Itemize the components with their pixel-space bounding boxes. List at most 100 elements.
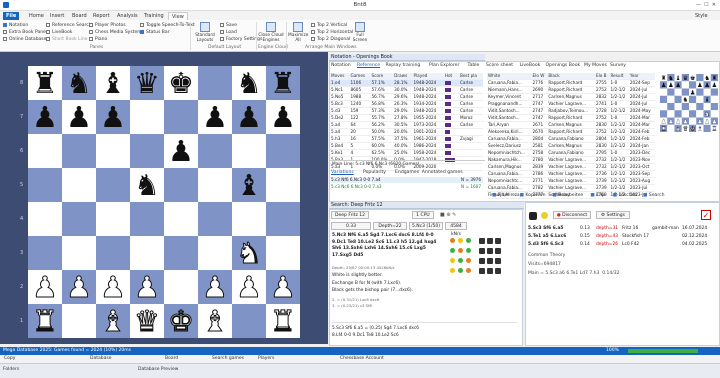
cloud-engine-row[interactable]: 5.Te1 a5 6.Lxc6 0.15 depth=43 Stockfish 17 0…	[528, 234, 718, 239]
check-notation[interactable]: Notation	[3, 23, 28, 28]
board-square[interactable]	[674, 110, 682, 118]
board-square[interactable]	[703, 124, 711, 132]
save-layout-button[interactable]: Save	[220, 23, 237, 28]
board-square[interactable]	[696, 110, 704, 118]
board-square[interactable]	[266, 202, 300, 236]
white-bishop-icon[interactable]: ♝	[675, 125, 681, 132]
check-status-bar[interactable]: Status Bar	[140, 30, 169, 35]
board-square[interactable]	[689, 95, 697, 103]
book-row[interactable]: 5.Ne5 1988 56.7% 29.6% 1948-2024 Carlse	[330, 93, 483, 101]
white-pawn-icon[interactable]: ♟	[270, 270, 297, 305]
white-rook-icon[interactable]: ♜	[32, 304, 59, 338]
white-king-icon[interactable]: ♚	[690, 125, 696, 132]
white-pawn-icon[interactable]: ♟	[236, 270, 263, 305]
board-square[interactable]	[62, 236, 96, 270]
game-row[interactable]: Carlsen,Magnus 2839 Vachier Lagrave... 2732…	[487, 163, 655, 171]
board-square[interactable]	[198, 134, 232, 168]
black-pawn-icon[interactable]: ♟	[270, 100, 296, 134]
book-row[interactable]: 5.Ke1 4 62.5% 25.0% 1958-2024	[330, 149, 483, 157]
board-square[interactable]	[130, 236, 164, 270]
board-square[interactable]	[674, 103, 682, 111]
board-square[interactable]	[62, 168, 96, 202]
book-row[interactable]: 5.h3 16 57.5% 37.5% 1961-2024 Zvjagi	[330, 135, 483, 143]
board-square[interactable]	[667, 110, 675, 118]
board-square[interactable]	[28, 168, 62, 202]
game-row[interactable]: Aleksenko,Kiril... 2670 Rapport,Richard 275…	[487, 128, 655, 136]
notation-tab[interactable]: Notation	[331, 63, 351, 68]
engine-control-icons[interactable]: ■ ⊕ ✎	[440, 212, 456, 218]
game-row[interactable]: Keymer,Vincent 2717 Carlsen,Magnus 2832 1/2-…	[487, 93, 655, 101]
game-row[interactable]: Svelecz,Dariusz 2581 Carlsen,Magnus 2830 1/2…	[487, 142, 655, 150]
check-player-photos[interactable]: Player Photos	[89, 23, 126, 28]
board-square[interactable]	[28, 236, 62, 270]
white-knight-icon[interactable]: ♞	[236, 236, 263, 271]
game-row[interactable]: Caruana,Fabia... 2782 Vachier Lagrave... 27…	[487, 184, 655, 192]
white-queen-icon[interactable]: ♛	[683, 125, 689, 132]
tab-analysis[interactable]: Analysis	[114, 12, 141, 20]
board-square[interactable]	[164, 202, 198, 236]
board-square[interactable]	[232, 304, 266, 338]
black-bishop-icon[interactable]: ♝	[236, 168, 262, 202]
bottom-tab[interactable]: Database	[90, 356, 111, 361]
black-queen-icon[interactable]: ♛	[683, 75, 689, 82]
games-toolbar-button[interactable]: ■ Search	[643, 193, 665, 198]
bottom-tab[interactable]: Board	[165, 356, 178, 361]
tab-board[interactable]: Board	[69, 12, 90, 20]
tab-report[interactable]: Report	[90, 12, 113, 20]
top2-horizontal-button[interactable]: Top 2 Horizontal	[311, 30, 353, 35]
board-square[interactable]	[130, 134, 164, 168]
board-square[interactable]	[62, 134, 96, 168]
notation-tab[interactable]: Plan Explorer	[429, 63, 459, 68]
white-pawn-icon[interactable]: ♟	[683, 118, 689, 125]
board-square[interactable]	[710, 103, 718, 111]
black-knight-icon[interactable]: ♞	[66, 66, 92, 100]
board-square[interactable]	[660, 95, 668, 103]
notation-tab[interactable]: Openings Book	[546, 63, 581, 68]
database-preview-title[interactable]: Database Preview	[138, 367, 178, 372]
tab-file[interactable]: File	[3, 12, 20, 20]
black-king-icon[interactable]: ♚	[690, 75, 696, 82]
game-row[interactable]: Nakamura,Hik... 2780 Vachier Lagrave... 273…	[487, 156, 655, 164]
black-pawn-icon[interactable]: ♟	[32, 100, 58, 134]
disconnect-button[interactable]: ● Disconnect	[553, 211, 591, 219]
black-rook-icon[interactable]: ♜	[32, 66, 58, 100]
black-knight-icon[interactable]: ♞	[236, 66, 262, 100]
check-online-db[interactable]: Online Database	[3, 37, 46, 42]
board-square[interactable]	[681, 81, 689, 89]
notation-tab[interactable]: LiveBook	[520, 63, 541, 68]
board-square[interactable]	[703, 103, 711, 111]
game-row[interactable]: Nepomniachtch... 2758 Caruana,Fabiano 2795 1…	[487, 149, 655, 157]
game-row[interactable]: Praggnanandh... 2747 Vachier Lagrave... 274…	[487, 100, 655, 108]
white-rook-icon[interactable]: ♜	[661, 125, 667, 132]
board-square[interactable]	[660, 88, 668, 96]
checkmark-icon[interactable]: ✓	[701, 210, 711, 220]
board-square[interactable]	[660, 110, 668, 118]
games-toolbar-button[interactable]: ■ Kopieren	[520, 193, 546, 198]
black-rook-icon[interactable]: ♜	[270, 66, 296, 100]
notation-tab[interactable]: Replay training	[386, 63, 421, 68]
board-square[interactable]	[667, 88, 675, 96]
white-rook-icon[interactable]: ♜	[270, 304, 297, 338]
maximize-all-button[interactable]: Maximize All	[288, 22, 308, 43]
board-square[interactable]	[96, 202, 130, 236]
board-square[interactable]	[130, 100, 164, 134]
check-livebook[interactable]: LiveBook	[46, 30, 72, 35]
board-square[interactable]	[164, 168, 198, 202]
black-bishop-icon[interactable]: ♝	[100, 66, 126, 100]
board-square[interactable]	[667, 95, 675, 103]
board-square[interactable]	[696, 74, 704, 82]
full-screen-button[interactable]: Full Screen	[352, 22, 368, 43]
bottom-tab[interactable]: Copy	[4, 356, 15, 361]
board-square[interactable]	[703, 88, 711, 96]
board-square[interactable]	[266, 236, 300, 270]
white-pawn-icon[interactable]: ♟	[202, 270, 229, 305]
game-row[interactable]: Niemann,Hans... 2690 Rapport,Richard 2752 1/…	[487, 86, 655, 94]
tab-view[interactable]: View	[168, 12, 188, 20]
black-pawn-icon[interactable]: ♟	[697, 82, 703, 89]
book-row[interactable]: 5.d3 159 57.3% 29.0% 1948-2024 Carlse	[330, 107, 483, 115]
board-square[interactable]	[674, 95, 682, 103]
notation-tab[interactable]: My Moves	[584, 63, 607, 68]
black-knight-icon[interactable]: ♞	[704, 75, 710, 82]
folders-panel-title[interactable]: Folders	[3, 367, 19, 372]
board-square[interactable]	[198, 66, 232, 100]
